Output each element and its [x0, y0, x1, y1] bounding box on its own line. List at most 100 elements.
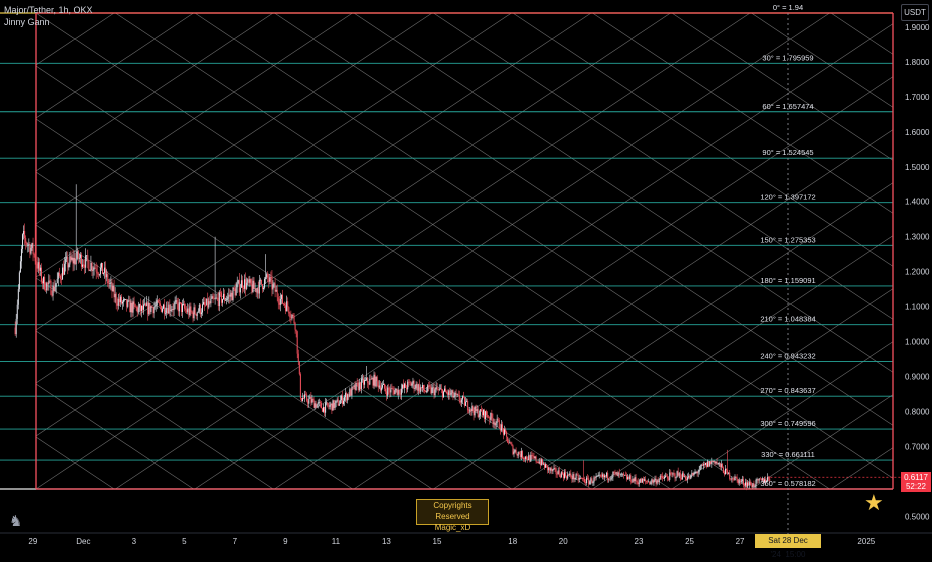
candle-body [197, 312, 198, 316]
candle-body [268, 278, 269, 282]
price-tick-label: 1.1000 [905, 303, 930, 312]
candle-body [640, 479, 641, 483]
candle-body [401, 389, 402, 395]
candle-body [647, 482, 648, 483]
candle-body [284, 304, 285, 306]
candle-body [45, 290, 46, 291]
candle-body [118, 299, 119, 306]
candle-body [417, 384, 418, 391]
candle-body [721, 464, 722, 467]
candle-body [73, 258, 74, 264]
candle-body [678, 471, 679, 475]
candle-body [80, 255, 81, 258]
candle-body [422, 385, 423, 388]
candle-body [758, 479, 759, 480]
candle-body [710, 461, 711, 464]
candle-body [673, 473, 674, 474]
candle-body [524, 458, 525, 459]
candle-body [357, 383, 358, 384]
candle-body [475, 407, 476, 416]
candle-body [61, 279, 62, 280]
candle-body [709, 461, 710, 466]
candle-body [89, 270, 90, 271]
candle-body [70, 256, 71, 260]
candle-body [580, 478, 581, 479]
candle-body [691, 473, 692, 475]
candle-body [31, 243, 32, 248]
candle-body [536, 457, 537, 462]
candle-body [395, 390, 396, 394]
candle-body [606, 473, 607, 477]
candle-body [538, 462, 539, 463]
candle-body [255, 289, 256, 290]
candle-body [256, 289, 257, 293]
candle-body [16, 319, 17, 334]
candle-body [533, 456, 534, 458]
candle-body [254, 281, 255, 289]
candle-body [356, 383, 357, 390]
candle-body [677, 471, 678, 477]
crosshair-date-tag: Sat 28 Dec '24 15:00 [755, 534, 821, 548]
candle-body [244, 279, 245, 288]
candle-body [444, 389, 445, 392]
candle-body [646, 481, 647, 482]
candle-body [473, 411, 474, 415]
candle-body [490, 413, 491, 420]
candle-body [343, 401, 344, 404]
candle-body [686, 479, 687, 480]
candle-body [29, 244, 30, 253]
candle-body [513, 452, 514, 455]
candle-body [685, 476, 686, 479]
price-chart[interactable]: 0° = 1.9430° = 1.79595960° = 1.65747490°… [0, 0, 932, 550]
candle-body [592, 482, 593, 483]
currency-unit-button[interactable]: USDT [901, 4, 929, 21]
price-tick-label: 0.8000 [905, 407, 930, 416]
candle-body [699, 470, 700, 472]
time-tick-label: Dec [76, 537, 90, 546]
candle-body [102, 263, 103, 274]
author-line: Magic_xD [417, 522, 488, 533]
candle-body [621, 474, 622, 475]
candle-body [252, 281, 253, 292]
candle-body [141, 306, 142, 311]
candle-body [543, 464, 544, 465]
candle-body [582, 478, 583, 479]
candle-body [205, 305, 206, 306]
candle-body [702, 465, 703, 466]
candle-body [364, 380, 365, 385]
candle-body [515, 450, 516, 451]
candle-body [458, 394, 459, 395]
candle-body [570, 474, 571, 478]
candle-body [279, 303, 280, 305]
candle-body [545, 464, 546, 468]
candle-body [537, 462, 538, 463]
candle-body [607, 473, 608, 480]
candle-body [111, 282, 112, 291]
candle-body [103, 273, 104, 274]
price-axis[interactable]: 1.90001.80001.70001.60001.50001.40001.30… [905, 23, 930, 521]
candle-body [740, 480, 741, 482]
candle-body [381, 388, 382, 391]
candle-body [223, 294, 224, 299]
candle-body [391, 388, 392, 389]
candle-body [529, 455, 530, 461]
indicator-name[interactable]: Jinny Gann [4, 17, 50, 27]
favorite-star-icon[interactable]: ★ [864, 492, 884, 514]
candle-body [201, 312, 202, 314]
candle-body [555, 468, 556, 469]
candle-body [65, 259, 66, 264]
candle-body [676, 477, 677, 478]
candle-body [603, 474, 604, 477]
candle-body [258, 288, 259, 293]
candle-body [622, 474, 623, 475]
candle-body [562, 472, 563, 474]
candle-body [302, 398, 303, 401]
candle-body [512, 446, 513, 455]
candle-body [492, 418, 493, 424]
candle-body [408, 382, 409, 383]
candle-body [236, 287, 237, 295]
candle-body [447, 393, 448, 395]
candle-body [531, 455, 532, 456]
candle-body [568, 475, 569, 476]
candle-body [667, 476, 668, 478]
